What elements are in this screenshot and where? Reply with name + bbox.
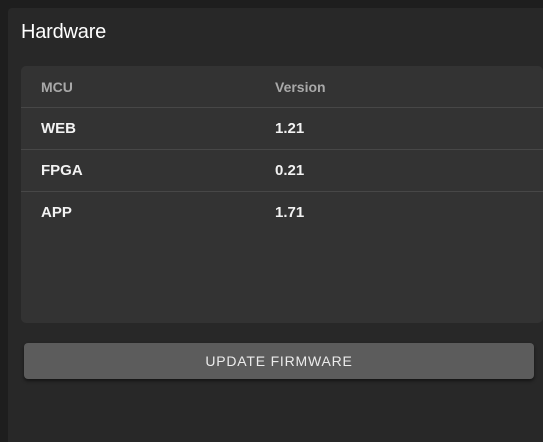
cell-version: 0.21 bbox=[275, 162, 305, 179]
firmware-table: MCU Version WEB 1.21 FPGA 0.21 APP 1.71 bbox=[21, 66, 543, 323]
table-header: MCU Version bbox=[21, 66, 543, 108]
table-row: APP 1.71 bbox=[21, 192, 543, 233]
table-row: WEB 1.21 bbox=[21, 108, 543, 150]
update-firmware-button[interactable]: UPDATE FIRMWARE bbox=[24, 343, 534, 379]
cell-mcu: WEB bbox=[41, 120, 76, 137]
header-version: Version bbox=[275, 79, 326, 95]
cell-version: 1.71 bbox=[275, 204, 305, 221]
table-row: FPGA 0.21 bbox=[21, 150, 543, 192]
cell-mcu: APP bbox=[41, 204, 72, 221]
header-mcu: MCU bbox=[41, 79, 73, 95]
cell-mcu: FPGA bbox=[41, 162, 83, 179]
cell-version: 1.21 bbox=[275, 120, 305, 137]
panel-title: Hardware bbox=[21, 21, 107, 43]
hardware-panel: Hardware MCU Version WEB 1.21 FPGA 0.21 … bbox=[8, 8, 543, 442]
